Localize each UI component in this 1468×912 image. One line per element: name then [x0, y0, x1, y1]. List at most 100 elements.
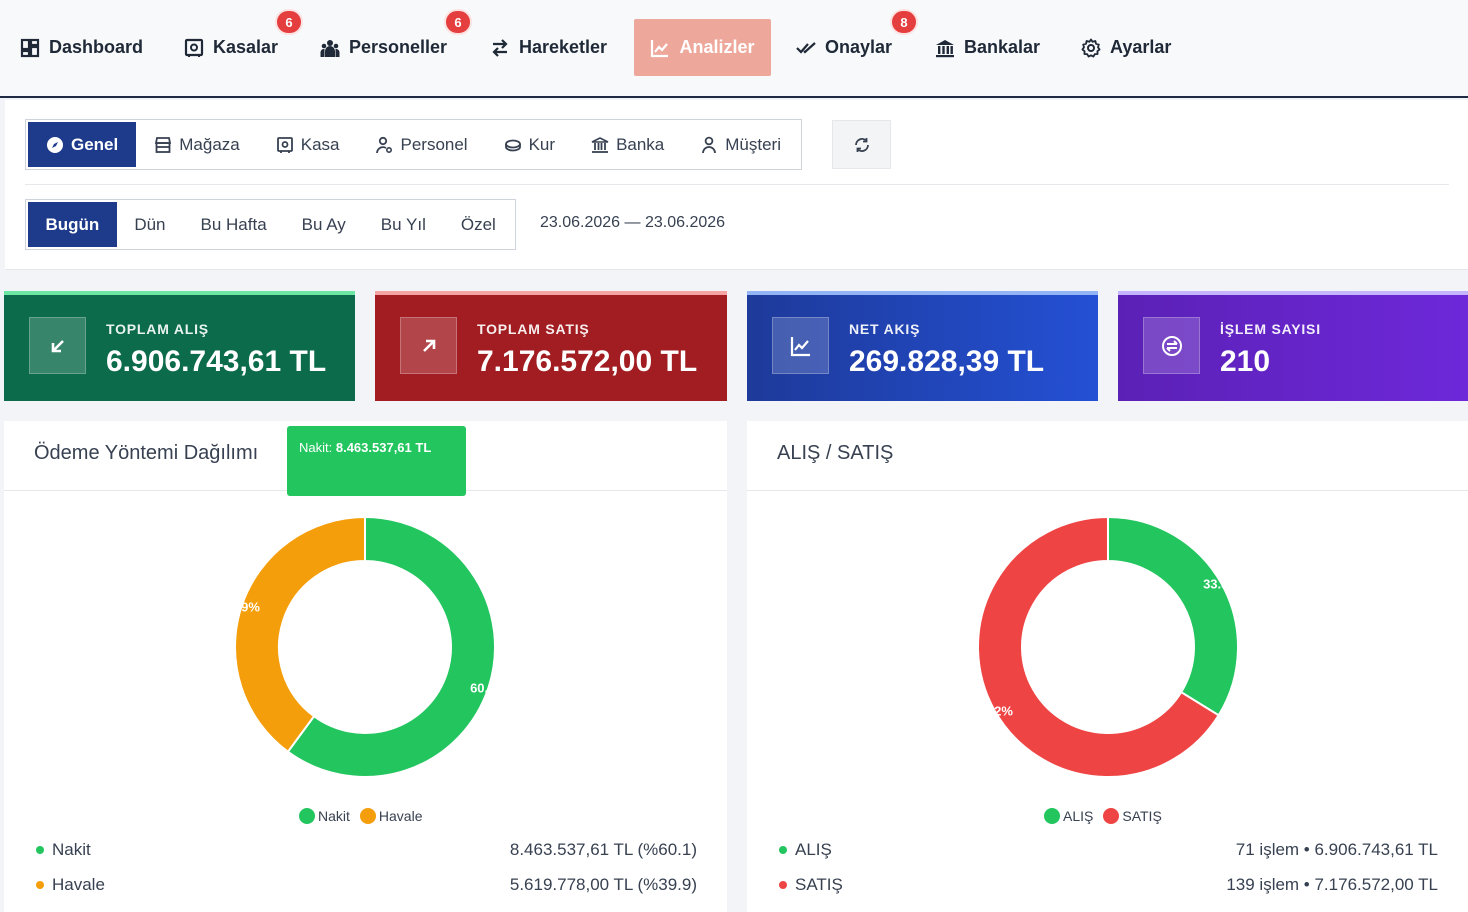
- nav-item-label: Kasalar: [213, 37, 279, 57]
- bank-icon: [936, 39, 954, 57]
- nav-item-dashboard[interactable]: Dashboard: [8, 19, 155, 76]
- tab-personel[interactable]: Personel: [357, 122, 485, 167]
- tab-label: Banka: [616, 134, 665, 154]
- stat-label: NET AKIŞ: [849, 321, 921, 337]
- nav-item-label: Onaylar: [825, 37, 893, 57]
- divider: [25, 184, 1449, 185]
- buy-sell-panel: ALIŞ / SATIŞ 33.8% 66.2% ALIŞ SATIŞ ALIŞ …: [747, 421, 1468, 912]
- nav-item-analizler[interactable]: Analizler: [634, 19, 771, 76]
- list-dot: [779, 881, 787, 889]
- donut-slice-aliş[interactable]: [1107, 515, 1239, 717]
- list-item-name: SATIŞ: [795, 875, 843, 894]
- legend-item-satis[interactable]: SATIŞ: [1103, 808, 1162, 824]
- tab-musteri[interactable]: Müşteri: [682, 122, 799, 167]
- tab-kasa[interactable]: Kasa: [258, 122, 358, 167]
- legend-label: Nakit: [318, 808, 350, 824]
- buy-sell-donut-chart[interactable]: 33.8% 66.2%: [974, 513, 1242, 781]
- legend-dot: [1103, 808, 1120, 824]
- nav-item-label: Personeller: [349, 37, 448, 57]
- safe-icon: [184, 38, 204, 57]
- legend-item-havale[interactable]: Havale: [359, 808, 423, 824]
- list-item: Nakit 8.463.537,61 TL (%60.1): [36, 838, 697, 862]
- legend-item-nakit[interactable]: Nakit: [299, 808, 350, 824]
- double-check-icon: [796, 41, 816, 54]
- stat-label: İŞLEM SAYISI: [1220, 321, 1321, 337]
- gear-icon: [1081, 38, 1101, 57]
- period-bu-yil[interactable]: Bu Yıl: [363, 202, 443, 247]
- filter-panel: Genel Mağaza Kasa Personel Kur Banka Müş…: [5, 100, 1468, 270]
- nav-item-label: Dashboard: [49, 37, 144, 57]
- refresh-button[interactable]: [832, 120, 891, 169]
- bank-icon: [591, 136, 609, 153]
- tab-label: Mağaza: [179, 134, 240, 154]
- list-item: ALIŞ 71 işlem • 6.906.743,61 TL: [779, 838, 1438, 862]
- payment-donut-chart[interactable]: 60.1% 39.9%: [231, 513, 499, 781]
- period-tabs: Bugün Dün Bu Hafta Bu Ay Bu Yıl Özel: [25, 199, 517, 250]
- tab-genel[interactable]: Genel: [28, 122, 137, 167]
- chart-legend: Nakit Havale: [299, 808, 423, 824]
- tooltip-label: Nakit:: [299, 440, 333, 455]
- compass-icon: [47, 136, 63, 153]
- legend-dot: [1044, 808, 1060, 824]
- stat-value: 210: [1220, 345, 1271, 378]
- safe-icon: [276, 136, 293, 153]
- divider: [747, 490, 1468, 491]
- list-dot: [36, 846, 44, 854]
- arrow-down-left-icon: [29, 317, 86, 374]
- stat-value: 269.828,39 TL: [849, 345, 1045, 378]
- nav-item-label: Bankalar: [964, 37, 1041, 57]
- tab-label: Genel: [71, 134, 119, 154]
- nav-item-kasalar[interactable]: Kasalar 6: [172, 9, 303, 76]
- period-bu-hafta[interactable]: Bu Hafta: [183, 202, 284, 247]
- nav-item-onaylar[interactable]: Onaylar 8: [784, 9, 918, 76]
- tab-label: Kur: [528, 134, 556, 154]
- list-item-value: 5.619.778,00 TL (%39.9): [509, 875, 697, 894]
- user-gear-icon: [376, 136, 393, 153]
- date-range-text: 23.06.2026 — 23.06.2026: [540, 214, 726, 231]
- legend-item-alis[interactable]: ALIŞ: [1044, 808, 1093, 824]
- list-item-value: 71 işlem • 6.906.743,61 TL: [1235, 840, 1438, 859]
- arrow-up-right-icon: [400, 317, 457, 374]
- donut-slice-havale[interactable]: [234, 515, 366, 754]
- nav-item-bankalar[interactable]: Bankalar: [923, 19, 1052, 76]
- tab-banka[interactable]: Banka: [573, 122, 682, 167]
- list-item-name: ALIŞ: [795, 840, 832, 859]
- tab-label: Müşteri: [725, 134, 781, 154]
- notification-badge: 6: [444, 9, 472, 35]
- chart-tooltip: Nakit: 8.463.537,61 TL: [287, 426, 466, 496]
- stat-card-total-sales: TOPLAM SATIŞ 7.176.572,00 TL: [375, 291, 727, 401]
- legend-dot: [299, 808, 315, 824]
- panel-title: Ödeme Yöntemi Dağılımı: [34, 442, 259, 464]
- refresh-icon: [854, 137, 869, 152]
- notification-badge: 8: [890, 9, 918, 35]
- top-navigation: Dashboard Kasalar 6 Personeller 6 Hareke…: [0, 0, 1468, 98]
- nav-item-label: Analizler: [679, 37, 755, 57]
- transfer-icon: [492, 38, 508, 57]
- users-icon: [320, 39, 340, 57]
- nav-item-label: Hareketler: [519, 37, 608, 57]
- chart-legend: ALIŞ SATIŞ: [1044, 808, 1162, 824]
- period-bu-ay[interactable]: Bu Ay: [284, 202, 363, 247]
- nav-item-ayarlar[interactable]: Ayarlar: [1069, 19, 1183, 76]
- coins-icon: [504, 139, 521, 151]
- tab-magaza[interactable]: Mağaza: [136, 122, 257, 167]
- exchange-circle-icon: [1143, 317, 1200, 374]
- list-item-value: 8.463.537,61 TL (%60.1): [509, 840, 697, 859]
- period-ozel[interactable]: Özel: [443, 202, 513, 247]
- period-bugun[interactable]: Bugün: [28, 202, 117, 247]
- stat-card-transaction-count: İŞLEM SAYISI 210: [1118, 291, 1468, 401]
- stat-card-total-purchase: TOPLAM ALIŞ 6.906.743,61 TL: [4, 291, 355, 401]
- period-dun[interactable]: Dün: [117, 202, 183, 247]
- nav-item-personeller[interactable]: Personeller 6: [308, 9, 472, 76]
- list-item-value: 139 işlem • 7.176.572,00 TL: [1226, 875, 1438, 894]
- panel-title: ALIŞ / SATIŞ: [777, 442, 894, 464]
- dashboard-icon: [20, 38, 40, 57]
- legend-label: ALIŞ: [1063, 808, 1094, 824]
- list-item: Havale 5.619.778,00 TL (%39.9): [36, 873, 697, 897]
- stat-label: TOPLAM SATIŞ: [477, 321, 590, 337]
- nav-item-hareketler[interactable]: Hareketler: [478, 19, 619, 76]
- chart-line-icon: [772, 317, 829, 374]
- tab-kur[interactable]: Kur: [486, 122, 573, 167]
- store-icon: [155, 136, 172, 153]
- list-item-name: Havale: [52, 875, 105, 894]
